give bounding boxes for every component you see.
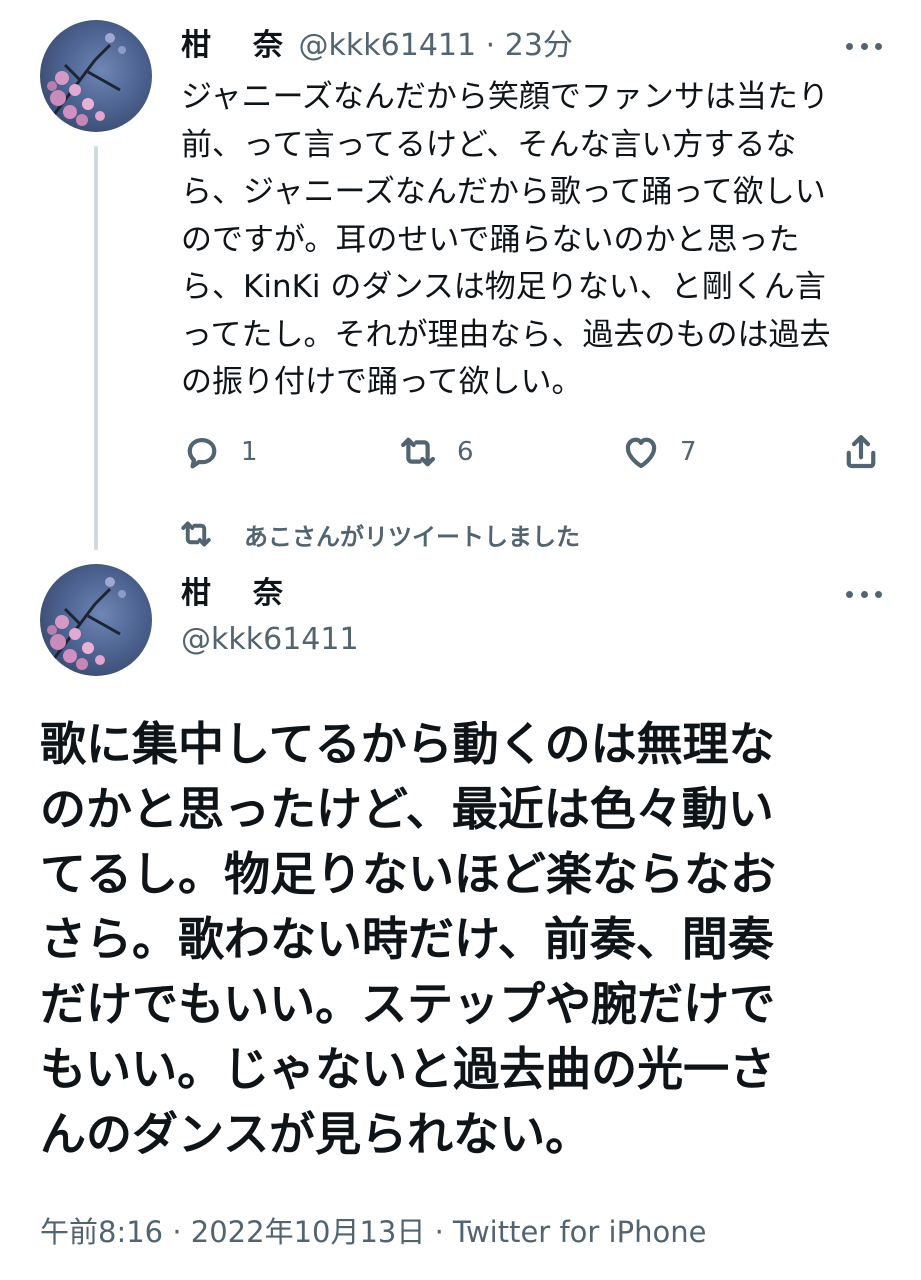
thread-connector-line — [94, 146, 98, 550]
retweet-button[interactable]: 6 — [397, 424, 474, 480]
reply-icon — [187, 438, 217, 469]
user-handle[interactable]: @kkk61411 — [299, 28, 477, 63]
reply-count: 1 — [241, 437, 258, 467]
avatar-blossom-photo — [47, 33, 126, 126]
avatar-blossom-photo — [47, 577, 126, 670]
separator-dot: · — [485, 28, 496, 63]
retweet-notice[interactable]: あこさんがリツイートしました — [178, 516, 580, 552]
reply-tweet-text: ジャニーズなんだから笑顔でファンサは当たり 前、って言ってるけど、そんな言い方す… — [181, 79, 831, 400]
avatar[interactable] — [40, 564, 152, 676]
like-count: 7 — [680, 437, 697, 467]
tweet-detail-screen: 柑 奈 @kkk61411 · 23分 ジャニーズなんだから笑顔でファンサは当た… — [0, 0, 921, 1280]
retweet-count: 6 — [457, 437, 474, 467]
main-tweet-text: 歌に集中してるから動くのは無理な のかと思ったけど、最近は色々動い てるし。物足… — [40, 717, 776, 1161]
more-options-icon[interactable] — [846, 588, 882, 600]
retweet-icon — [181, 521, 211, 547]
avatar[interactable] — [40, 20, 152, 132]
more-options-icon[interactable] — [846, 40, 882, 52]
display-name[interactable]: 柑 奈 — [181, 28, 289, 63]
tweet-action-bar: 1 6 7 — [0, 424, 921, 480]
reply-button[interactable]: 1 — [181, 424, 258, 480]
tweet-timestamp-source[interactable]: 午前8:16 · 2022年10月13日 · Twitter for iPhon… — [40, 1212, 706, 1252]
share-icon — [846, 435, 876, 469]
display-name[interactable]: 柑 奈 — [181, 574, 289, 614]
user-handle[interactable]: @kkk61411 — [181, 620, 359, 660]
reply-tweet-header: 柑 奈 @kkk61411 · 23分 — [181, 26, 573, 66]
retweet-notice-text: あこさんがリツイートしました — [244, 522, 580, 551]
like-button[interactable]: 7 — [620, 424, 697, 480]
heart-icon — [625, 437, 657, 469]
share-button[interactable] — [840, 424, 882, 480]
retweet-icon — [401, 437, 435, 467]
timestamp-relative[interactable]: 23分 — [505, 28, 573, 63]
